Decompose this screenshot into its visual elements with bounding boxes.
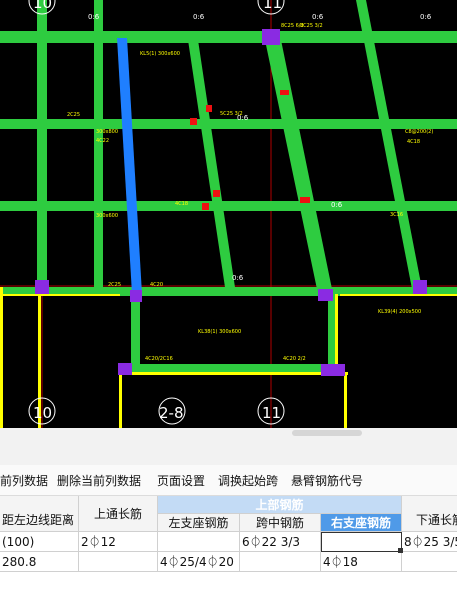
cell-bottom-through[interactable] — [402, 552, 457, 572]
wall — [335, 294, 338, 368]
header-left-support[interactable]: 左支座钢筋 — [158, 514, 240, 532]
wall — [0, 294, 120, 296]
beam[interactable] — [130, 364, 338, 373]
dim-text: 0:6 — [193, 13, 205, 21]
axis-label: 10 — [33, 0, 52, 12]
beam-label: 300x800 — [96, 129, 118, 135]
column — [35, 280, 49, 294]
rebar-tag: 3C16 — [390, 212, 403, 218]
header-mid-span[interactable]: 跨中钢筋 — [240, 514, 321, 532]
toolbar-swap-start-span[interactable]: 调换起始跨 — [218, 472, 278, 489]
header-top-through[interactable]: 上通长筋 — [79, 496, 158, 532]
beam[interactable] — [0, 201, 457, 211]
beam-label: 4C22 — [96, 138, 109, 144]
rebar-mark — [300, 197, 310, 203]
dim-text: 0:6 — [88, 13, 100, 21]
header-right-support[interactable]: 右支座钢筋 — [321, 514, 402, 532]
beam-label: 4C18 — [175, 201, 188, 207]
beam-label: C8@200(2) — [405, 129, 433, 135]
rebar-mark — [206, 105, 212, 112]
axis-label: 11 — [262, 404, 281, 422]
beam-label: KL38(1) 300x600 — [198, 329, 241, 335]
toolbar-delete-current-column[interactable]: 删除当前列数据 — [57, 472, 141, 489]
axis-label: 10 — [33, 404, 52, 422]
toolbar-page-settings[interactable]: 页面设置 — [157, 472, 205, 489]
cell-left-distance[interactable]: 280.8 — [0, 552, 79, 572]
wall — [119, 372, 122, 428]
rebar-mark — [213, 190, 220, 197]
rebar-tag: 2C25 — [67, 112, 80, 118]
column — [318, 289, 333, 301]
rebar-mark — [190, 118, 197, 125]
dim-text: 0:6 — [420, 13, 432, 21]
rebar-tag: 2C25 — [108, 282, 121, 288]
column — [413, 280, 427, 294]
wall — [344, 372, 347, 428]
column — [321, 364, 345, 376]
dim-text: 0:6 — [331, 201, 343, 209]
rebar-tag: 4C20 2/2 — [283, 356, 306, 362]
rebar-mark — [202, 203, 209, 210]
cell-left-distance[interactable]: (100) — [0, 532, 79, 552]
rebar-tag: 5C25 3/2 — [220, 111, 243, 117]
dim-text: 0:6 — [312, 13, 324, 21]
horizontal-scroll-thumb[interactable] — [292, 430, 362, 436]
beam-diagonal[interactable] — [188, 40, 236, 294]
fill-handle[interactable] — [398, 548, 403, 553]
beam[interactable] — [94, 0, 103, 296]
grid-toolbar: 前列数据 删除当前列数据 页面设置 调换起始跨 悬臂钢筋代号 — [0, 465, 457, 496]
axis-label: 11 — [263, 0, 282, 12]
toolbar-cantilever-rebar-code[interactable]: 悬臂钢筋代号 — [291, 472, 363, 489]
drawing-scrollbar-area — [0, 428, 457, 465]
cell-right-support[interactable]: 4⏀18 — [321, 552, 402, 572]
beam-top[interactable] — [0, 31, 457, 43]
wall — [340, 294, 457, 296]
beam[interactable] — [37, 0, 47, 296]
cell-mid-span[interactable] — [240, 552, 321, 572]
header-left-distance[interactable]: 距左边线距离 — [0, 496, 79, 532]
header-bottom-through[interactable]: 下通长筋 — [402, 496, 457, 532]
cad-drawing-canvas[interactable]: 10 11 10 2-8 11 0:6 0:6 0:6 0:6 0:6 0:6 … — [0, 0, 457, 428]
rebar-tag: 4C20 — [150, 282, 163, 288]
rebar-tag: 4C18 — [407, 139, 420, 145]
selected-beam[interactable] — [117, 38, 142, 294]
wall — [118, 372, 348, 375]
cell-top-through[interactable] — [79, 552, 158, 572]
beam-label: 300x600 — [96, 213, 118, 219]
beam-label: KL39(4) 200x500 — [378, 309, 421, 315]
wall — [0, 287, 3, 428]
beam-diagonal[interactable] — [356, 0, 423, 294]
cell-mid-span[interactable]: 6⏀22 3/3 — [240, 532, 321, 552]
axis-label: 2-8 — [159, 404, 184, 422]
beam-label: KL5(1) 300x600 — [140, 51, 180, 57]
column — [130, 290, 142, 302]
cell-left-support[interactable] — [158, 532, 240, 552]
structural-drawing: 10 11 10 2-8 11 0:6 0:6 0:6 0:6 0:6 0:6 … — [0, 0, 457, 428]
dim-text: 0:6 — [232, 274, 244, 282]
column — [262, 29, 280, 45]
rebar-input-grid: 距左边线距离 上通长筋 上部钢筋 左支座钢筋 跨中钢筋 右支座钢筋 下通长筋 (… — [0, 496, 457, 614]
cell-left-support[interactable]: 4⏀25/4⏀20 — [158, 552, 240, 572]
rebar-tag: 4C20/2C16 — [145, 356, 173, 362]
rebar-tag: 8C25 3/2 — [300, 23, 323, 29]
cell-top-through[interactable]: 2⏀12 — [79, 532, 158, 552]
toolbar-copy-column-data[interactable]: 前列数据 — [0, 472, 48, 489]
beam-diagonal[interactable] — [265, 40, 333, 294]
cell-bottom-through[interactable]: 8⏀25 3/5 — [402, 532, 457, 552]
cell-right-support-editing[interactable] — [321, 532, 402, 552]
rebar-mark — [280, 90, 289, 95]
column — [118, 363, 132, 375]
header-group-top-rebar: 上部钢筋 — [158, 496, 402, 514]
